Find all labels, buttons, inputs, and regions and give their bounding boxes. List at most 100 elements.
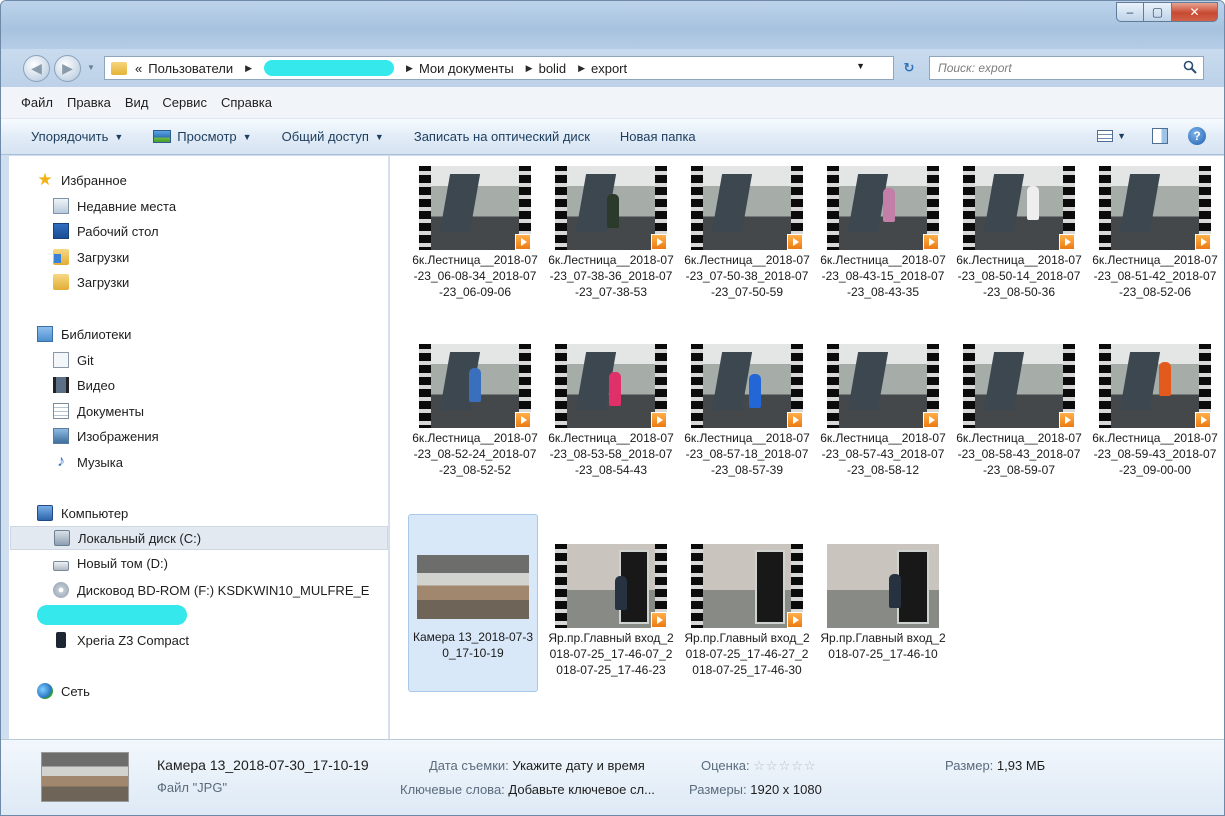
nav-xperia[interactable]: Xperia Z3 Compact xyxy=(53,632,189,648)
refresh-button[interactable]: ↻ xyxy=(897,57,921,79)
navigation-bar: ◀ ▶ ▼ « Пользователи ▶ ▶ Мои документы ▶… xyxy=(1,49,1224,87)
file-item[interactable]: 6к.Лестница__2018-07-23_08-43-15_2018-07… xyxy=(818,158,948,336)
play-icon xyxy=(515,412,531,428)
nav-images[interactable]: Изображения xyxy=(53,428,159,444)
video-thumbnail xyxy=(1099,344,1211,428)
nav-desktop-label: Рабочий стол xyxy=(77,223,159,239)
breadcrumb-my-documents[interactable]: Мои документы xyxy=(419,61,514,76)
play-icon xyxy=(1059,412,1075,428)
file-item[interactable]: 6к.Лестница__2018-07-23_08-53-58_2018-07… xyxy=(546,336,676,514)
nav-recent-places[interactable]: Недавние места xyxy=(53,198,176,214)
minimize-button[interactable]: – xyxy=(1116,2,1144,22)
burn-disc-button[interactable]: Записать на оптический диск xyxy=(414,129,590,144)
navigation-pane: ★ Избранное Недавние места Рабочий стол … xyxy=(9,156,389,739)
nav-git[interactable]: Git xyxy=(53,352,94,368)
optical-disc-icon xyxy=(53,582,69,598)
file-item[interactable]: Яр.пр.Главный вход_2018-07-25_17-46-10 xyxy=(818,536,948,714)
nav-favorites[interactable]: ★ Избранное xyxy=(37,171,127,188)
recent-pages-dropdown[interactable]: ▼ xyxy=(87,63,95,72)
breadcrumb-export[interactable]: export xyxy=(591,61,627,76)
chevron-down-icon: ▼ xyxy=(374,131,384,142)
file-item[interactable]: 6к.Лестница__2018-07-23_08-50-14_2018-07… xyxy=(954,158,1084,336)
nav-computer[interactable]: Компьютер xyxy=(37,505,128,521)
play-icon xyxy=(787,612,803,628)
file-item[interactable]: 6к.Лестница__2018-07-23_08-52-24_2018-07… xyxy=(410,336,540,514)
command-bar: Упорядочить ▼ Просмотр ▼ Общий доступ ▼ … xyxy=(1,119,1224,155)
forward-button[interactable]: ▶ xyxy=(54,55,81,82)
file-name: 6к.Лестница__2018-07-23_08-57-18_2018-07… xyxy=(684,431,810,477)
share-button[interactable]: Общий доступ ▼ xyxy=(282,129,384,144)
maximize-button[interactable]: ▢ xyxy=(1144,2,1172,22)
breadcrumb-separator-icon[interactable]: ▶ xyxy=(526,63,533,74)
preview-pane-icon[interactable] xyxy=(1152,128,1168,144)
nav-downloads[interactable]: Загрузки xyxy=(53,249,129,265)
file-item[interactable]: 6к.Лестница__2018-07-23_06-08-34_2018-07… xyxy=(410,158,540,336)
date-taken-field[interactable]: Дата съемки: Укажите дату и время xyxy=(429,758,645,773)
breadcrumb-separator-icon[interactable]: ▶ xyxy=(406,63,413,74)
video-thumbnail xyxy=(691,344,803,428)
rating-stars-icon[interactable]: ☆☆☆☆☆ xyxy=(753,758,816,773)
size-label: Размер: xyxy=(945,758,994,773)
nav-bd-rom-label: Дисковод BD-ROM (F:) KSDKWIN10_MULFRE_E xyxy=(77,582,370,598)
file-name: 6к.Лестница__2018-07-23_07-38-36_2018-07… xyxy=(548,253,674,299)
nav-network[interactable]: Сеть xyxy=(37,683,90,699)
file-item[interactable]: 6к.Лестница__2018-07-23_08-59-43_2018-07… xyxy=(1090,336,1220,514)
nav-computer-label: Компьютер xyxy=(61,505,129,521)
file-item[interactable]: 6к.Лестница__2018-07-23_08-51-42_2018-07… xyxy=(1090,158,1220,336)
address-dropdown-icon[interactable]: ▼ xyxy=(856,61,865,71)
file-name: 6к.Лестница__2018-07-23_08-52-24_2018-07… xyxy=(412,431,538,477)
music-note-icon: ♪ xyxy=(57,453,65,470)
close-button[interactable]: ✕ xyxy=(1172,2,1218,22)
nav-git-label: Git xyxy=(77,352,94,368)
preview-button[interactable]: Просмотр ▼ xyxy=(153,129,252,144)
change-view-icon[interactable] xyxy=(1097,130,1114,142)
video-thumbnail xyxy=(555,344,667,428)
video-thumbnail xyxy=(1099,166,1211,250)
menu-file[interactable]: Файл xyxy=(21,95,53,110)
address-bar[interactable]: « Пользователи ▶ ▶ Мои документы ▶ bolid… xyxy=(104,56,894,80)
keywords-field[interactable]: Ключевые слова: Добавьте ключевое сл... xyxy=(400,782,655,797)
file-name: Яр.пр.Главный вход_2018-07-25_17-46-27_2… xyxy=(684,631,810,677)
search-icon[interactable] xyxy=(1183,60,1197,74)
nav-xperia-label: Xperia Z3 Compact xyxy=(77,632,189,648)
new-folder-button[interactable]: Новая папка xyxy=(620,129,696,144)
file-item-selected[interactable]: Камера 13_2018-07-30_17-10-19 xyxy=(408,514,538,692)
nav-new-volume-d[interactable]: Новый том (D:) xyxy=(53,556,168,571)
nav-libraries[interactable]: Библиотеки xyxy=(37,326,131,342)
file-item[interactable]: 6к.Лестница__2018-07-23_08-58-43_2018-07… xyxy=(954,336,1084,514)
file-item[interactable]: Яр.пр.Главный вход_2018-07-25_17-46-27_2… xyxy=(682,536,812,714)
menu-help[interactable]: Справка xyxy=(221,95,272,110)
play-icon xyxy=(651,612,667,628)
drive-icon xyxy=(53,560,69,571)
breadcrumb-separator-icon[interactable]: ▶ xyxy=(578,63,585,74)
file-name: 6к.Лестница__2018-07-23_06-08-34_2018-07… xyxy=(412,253,538,299)
menu-tools[interactable]: Сервис xyxy=(162,95,207,110)
back-button[interactable]: ◀ xyxy=(23,55,50,82)
menu-view[interactable]: Вид xyxy=(125,95,149,110)
search-input[interactable]: Поиск: export xyxy=(929,56,1204,80)
nav-music[interactable]: ♪ Музыка xyxy=(53,454,123,470)
play-icon xyxy=(787,234,803,250)
video-thumbnail xyxy=(555,166,667,250)
chevron-down-icon[interactable]: ▼ xyxy=(1117,131,1126,141)
file-item[interactable]: 6к.Лестница__2018-07-23_08-57-18_2018-07… xyxy=(682,336,812,514)
rating-field[interactable]: Оценка: ☆☆☆☆☆ xyxy=(701,758,817,774)
help-icon[interactable]: ? xyxy=(1188,127,1206,145)
nav-local-disk-c[interactable]: Локальный диск (C:) xyxy=(10,526,388,550)
file-item[interactable]: Яр.пр.Главный вход_2018-07-25_17-46-07_2… xyxy=(546,536,676,714)
breadcrumb-separator-icon[interactable]: ▶ xyxy=(245,63,252,74)
nav-video[interactable]: Видео xyxy=(53,377,115,393)
file-item[interactable]: 6к.Лестница__2018-07-23_07-38-36_2018-07… xyxy=(546,158,676,336)
file-item[interactable]: 6к.Лестница__2018-07-23_08-57-43_2018-07… xyxy=(818,336,948,514)
organize-button[interactable]: Упорядочить ▼ xyxy=(31,129,123,144)
nav-bd-rom-f[interactable]: Дисковод BD-ROM (F:) KSDKWIN10_MULFRE_E xyxy=(53,582,369,598)
breadcrumb-users[interactable]: Пользователи xyxy=(148,61,233,76)
nav-documents[interactable]: Документы xyxy=(53,403,144,419)
nav-downloads-2[interactable]: Загрузки xyxy=(53,274,129,290)
menu-edit[interactable]: Правка xyxy=(67,95,111,110)
breadcrumb-overflow[interactable]: « xyxy=(135,61,142,76)
rating-label: Оценка: xyxy=(701,758,750,773)
breadcrumb-bolid[interactable]: bolid xyxy=(539,61,566,76)
file-item[interactable]: 6к.Лестница__2018-07-23_07-50-38_2018-07… xyxy=(682,158,812,336)
nav-desktop[interactable]: Рабочий стол xyxy=(53,223,159,239)
